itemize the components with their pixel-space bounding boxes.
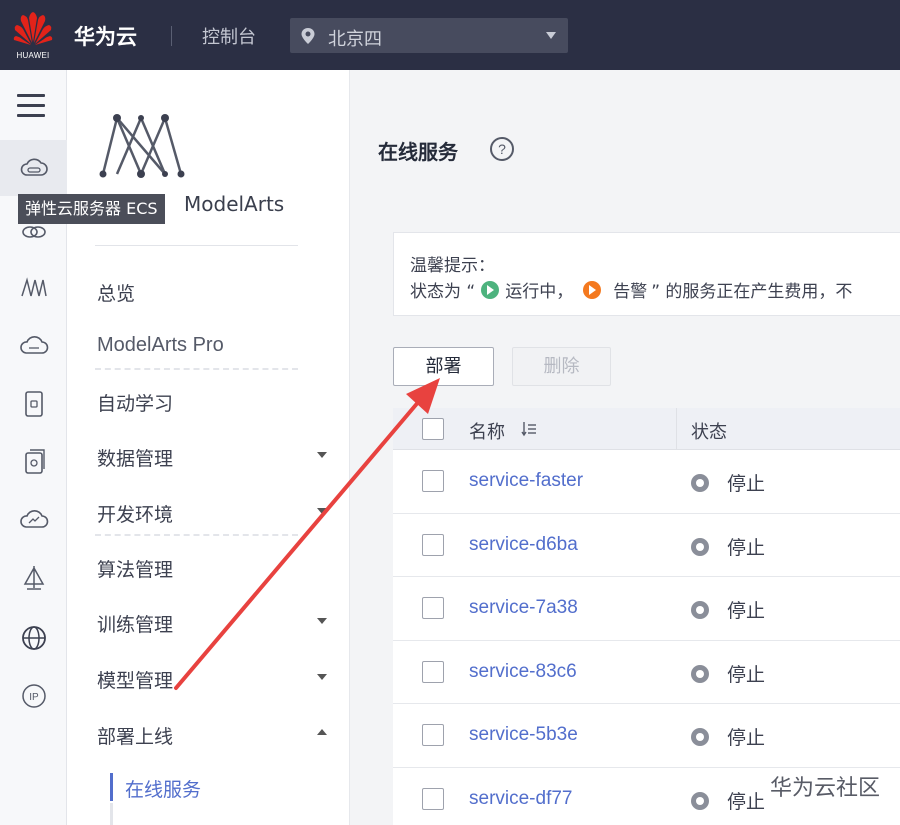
notice-warning: 告警 [613,282,648,302]
table-row: service-83c6 停止 [393,640,900,704]
storage-icon[interactable] [0,376,67,432]
notice-box: 温馨提示： 状态为 “ 运行中， 告警 ” 的服务正在产生费用，不 [393,232,900,316]
cloud-disk-icon[interactable] [0,318,67,374]
service-name-link[interactable]: service-5b3e [469,724,578,746]
console-link[interactable]: 控制台 [202,23,256,49]
column-header-name[interactable]: 名称 [469,418,505,444]
menu-item-training-management[interactable]: 训练管理 [97,610,173,637]
svg-text:IP: IP [29,692,39,703]
menu-subitem-online-service[interactable]: 在线服务 [125,775,201,802]
submenu-guide [110,803,113,825]
database-icon[interactable] [0,434,67,490]
row-checkbox[interactable] [422,660,444,683]
row-checkbox[interactable] [422,724,444,746]
row-checkbox[interactable] [422,597,444,619]
row-checkbox[interactable] [422,787,444,810]
table-row: service-7a38 停止 [393,577,900,641]
brand-name[interactable]: 华为云 [74,21,137,51]
menu-item-model-management[interactable]: 模型管理 [97,666,173,693]
menu-divider [95,368,298,370]
logo-text: HUAWEI [16,51,50,60]
stopped-status-icon [691,537,709,556]
service-name-link[interactable]: service-df77 [469,788,573,810]
service-status: 停止 [727,473,766,495]
main-content: 在线服务 ? 温馨提示： 状态为 “ 运行中， 告警 ” 的服务正在产生费用，不… [350,70,900,825]
menu-item-modelarts-pro[interactable]: ModelArts Pro [97,334,224,357]
table-row: service-d6ba 停止 [393,513,900,577]
active-indicator [110,773,113,801]
region-label: 北京四 [328,29,382,50]
table-header: 名称 状态 [393,408,900,450]
modelarts-logo-icon [99,114,185,178]
service-icon-rail: IP [0,70,67,825]
service-name-link[interactable]: service-7a38 [469,597,578,619]
table-row: service-faster 停止 [393,450,900,514]
help-icon[interactable]: ? [490,137,514,161]
service-name-link[interactable]: service-83c6 [469,661,577,683]
stopped-status-icon [691,601,709,619]
network-icon[interactable] [0,550,67,606]
product-name: ModelArts [184,192,285,216]
delete-button[interactable]: 删除 [512,347,611,386]
notice-running: 运行中， [505,282,574,302]
service-status: 停止 [727,727,766,749]
service-side-menu: ModelArts 总览 ModelArts Pro 自动学习 数据管理 开发环… [67,70,350,825]
menu-item-algorithm-management[interactable]: 算法管理 [97,555,173,582]
huawei-flower-icon [13,12,53,45]
cloud-monitor-icon[interactable] [0,492,67,548]
sort-icon[interactable] [521,421,537,437]
huawei-logo[interactable]: HUAWEI [12,10,54,60]
menu-item-overview[interactable]: 总览 [97,279,135,306]
chevron-down-icon[interactable] [317,674,327,680]
select-all-checkbox[interactable] [422,418,444,440]
service-status: 停止 [727,790,766,813]
watermark: 华为云社区 [769,776,880,801]
divider [171,26,172,46]
service-name-link[interactable]: service-faster [469,470,583,492]
stopped-status-icon [691,791,709,810]
cloud-server-icon[interactable] [0,140,67,196]
menu-item-data-management[interactable]: 数据管理 [97,444,173,471]
service-status: 停止 [727,663,766,686]
service-status: 停止 [727,536,766,559]
page-title: 在线服务 [378,140,458,164]
row-checkbox[interactable] [422,470,444,492]
menu-item-dev-environment[interactable]: 开发环境 [97,500,173,527]
location-pin-icon [301,28,315,44]
service-name-link[interactable]: service-d6ba [469,534,578,556]
region-selector[interactable]: 北京四 [290,18,568,53]
notice-text: 状态为 “ 运行中， 告警 ” 的服务正在产生费用，不 [410,277,852,302]
column-divider [676,408,677,450]
stopped-status-icon [691,664,709,683]
chevron-down-icon[interactable] [317,618,327,624]
globe-icon[interactable] [0,610,67,666]
notice-suffix: ” 的服务正在产生费用，不 [651,282,853,302]
notice-title: 温馨提示： [410,256,495,276]
menu-divider [95,534,298,536]
warning-status-icon [583,280,602,299]
menu-icon[interactable] [17,94,45,124]
menu-divider [95,245,298,246]
notice-prefix: 状态为 “ [410,282,476,302]
chevron-down-icon[interactable] [317,452,327,458]
chevron-down-icon [546,32,556,39]
menu-item-auto-learning[interactable]: 自动学习 [97,389,173,416]
stopped-status-icon [691,474,709,492]
running-status-icon [481,280,500,299]
deploy-button[interactable]: 部署 [393,347,494,386]
top-navbar: HUAWEI 华为云 控制台 北京四 [0,0,900,70]
chevron-up-icon[interactable] [317,729,327,735]
ip-icon[interactable]: IP [0,668,67,724]
ecs-tooltip: 弹性云服务器 ECS [18,194,165,224]
column-header-status: 状态 [691,422,727,443]
menu-item-deployment[interactable]: 部署上线 [97,722,173,749]
table-row: service-5b3e 停止 [393,704,900,768]
stopped-status-icon [691,728,709,746]
row-checkbox[interactable] [422,533,444,556]
chevron-down-icon[interactable] [317,508,327,514]
service-status: 停止 [727,600,766,622]
service-table: 名称 状态 service-faster 停止 service-d6ba 停止 … [393,408,900,825]
modelarts-icon[interactable] [0,260,67,316]
